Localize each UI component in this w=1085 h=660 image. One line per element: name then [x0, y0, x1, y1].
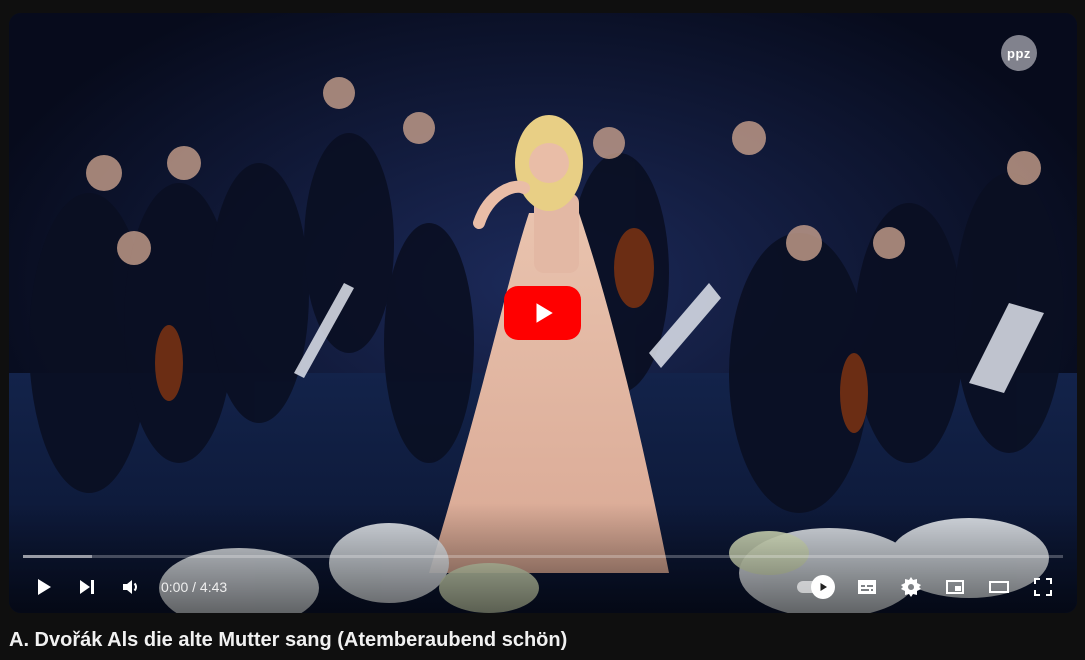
play-icon [536, 303, 553, 323]
gear-icon [901, 577, 921, 597]
fullscreen-button[interactable] [1021, 565, 1065, 609]
duration: 4:43 [199, 579, 228, 595]
buffer-indicator [23, 555, 92, 558]
miniplayer-button[interactable] [933, 565, 977, 609]
time-separator: / [188, 579, 200, 595]
subtitles-button[interactable] [845, 565, 889, 609]
settings-button[interactable] [889, 565, 933, 609]
mute-button[interactable] [109, 565, 153, 609]
progress-bar[interactable] [23, 555, 1063, 558]
time-display: 0:00 / 4:43 [161, 579, 227, 595]
next-button[interactable] [65, 565, 109, 609]
video-title: A. Dvořák Als die alte Mutter sang (Atem… [9, 629, 568, 651]
channel-watermark[interactable]: ppz [1001, 35, 1037, 71]
video-player[interactable]: ppz 0:00 / 4:43 [9, 13, 1077, 613]
play-button[interactable] [21, 565, 65, 609]
autoplay-toggle-icon [820, 583, 827, 591]
theater-mode-button[interactable] [977, 565, 1021, 609]
theater-mode-icon [989, 581, 1009, 593]
subtitles-icon [858, 580, 876, 594]
fullscreen-icon [1034, 578, 1052, 596]
large-play-button[interactable] [504, 286, 581, 340]
current-time: 0:00 [161, 579, 189, 595]
play-icon [38, 579, 51, 595]
autoplay-toggle[interactable] [793, 565, 835, 609]
skip-next-icon [80, 580, 94, 594]
miniplayer-icon [946, 580, 964, 594]
player-controls: 0:00 / 4:43 [9, 565, 1077, 609]
volume-icon [123, 580, 137, 594]
